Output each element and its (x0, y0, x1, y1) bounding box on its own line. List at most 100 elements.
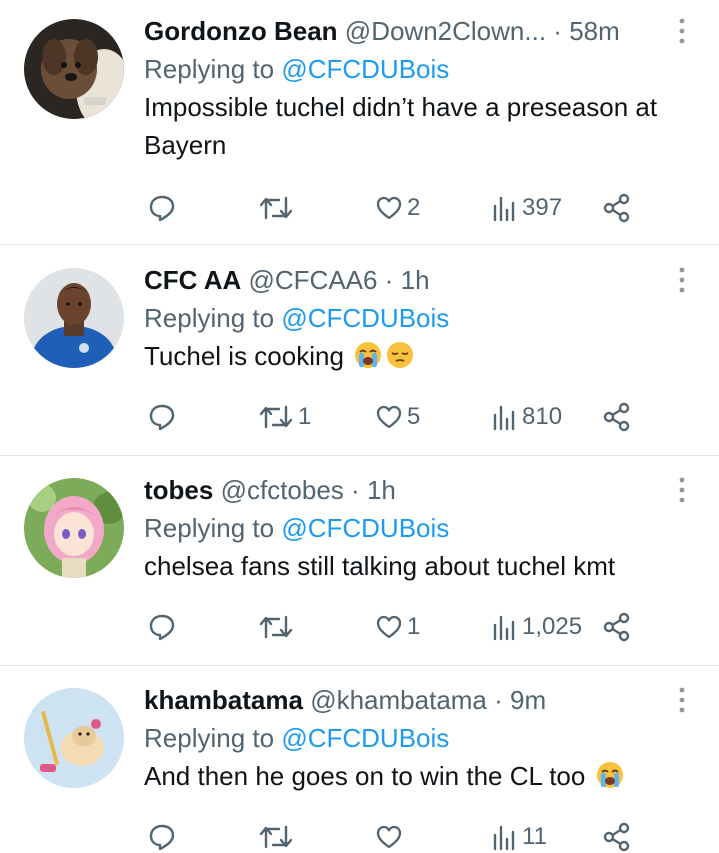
views-chart-icon (493, 615, 515, 641)
user-handle[interactable]: @khambatama (310, 685, 487, 715)
dog-avatar-image (24, 19, 124, 119)
display-name[interactable]: CFC AA (144, 265, 241, 295)
view-count: 810 (522, 403, 563, 430)
tweet-text: And then he goes on to win the CL too (144, 761, 586, 791)
tweet[interactable]: khambatama @khambatama · 9m Replying to … (0, 669, 719, 852)
views-button[interactable]: 810 (490, 401, 562, 433)
views-chart-icon (493, 405, 515, 431)
like-count: 1 (407, 613, 421, 640)
more-options-icon[interactable] (677, 267, 687, 293)
replying-to-label: Replying to (144, 303, 275, 333)
display-name[interactable]: tobes (144, 475, 213, 505)
timestamp[interactable]: 9m (510, 685, 546, 715)
user-handle[interactable]: @cfctobes (221, 475, 344, 505)
replying-to-label: Replying to (144, 723, 275, 753)
views-button[interactable]: 1,025 (490, 611, 582, 643)
reply-icon (149, 195, 175, 222)
reply-button[interactable] (148, 192, 180, 224)
timestamp[interactable]: 1h (401, 265, 430, 295)
reply-button[interactable] (148, 611, 180, 643)
pensive-face-emoji (385, 340, 415, 380)
tweet[interactable]: CFC AA @CFCAA6 · 1h Replying to @CFCDUBo… (0, 249, 719, 459)
tweet-header: Gordonzo Bean @Down2Clown... · 58m (144, 12, 699, 50)
retweet-icon (259, 825, 293, 849)
reply-button[interactable] (148, 821, 180, 853)
timestamp[interactable]: 1h (367, 475, 396, 505)
views-chart-icon (493, 196, 515, 222)
action-bar: 11 (144, 821, 644, 853)
like-button[interactable]: 1 (375, 611, 420, 643)
share-button[interactable] (602, 192, 632, 224)
action-bar: 2 397 (144, 192, 644, 224)
retweet-button[interactable] (258, 192, 298, 224)
share-button[interactable] (602, 821, 632, 853)
retweet-count: 1 (298, 403, 312, 430)
replying-to-line: Replying to @CFCDUBois (144, 50, 699, 88)
views-button[interactable]: 397 (490, 192, 562, 224)
tweet-text-line: Tuchel is cooking (144, 337, 684, 380)
avatar[interactable] (24, 688, 124, 788)
separator-dot: · (384, 265, 394, 295)
display-name[interactable]: Gordonzo Bean (144, 16, 338, 46)
user-handle[interactable]: @Down2Clown... (345, 16, 546, 46)
like-count: 5 (407, 403, 421, 430)
share-icon (603, 822, 630, 852)
share-button[interactable] (602, 611, 632, 643)
tweet-header: tobes @cfctobes · 1h (144, 471, 699, 509)
mention-link[interactable]: @CFCDUBois (281, 723, 449, 753)
retweet-button[interactable] (258, 611, 298, 643)
avatar[interactable] (24, 19, 124, 119)
mention-link[interactable]: @CFCDUBois (281, 54, 449, 84)
player-avatar-image (24, 268, 124, 368)
anime-avatar-image (24, 478, 124, 578)
action-bar: 1 1,025 (144, 611, 644, 643)
views-button[interactable]: 11 (490, 821, 547, 853)
like-button[interactable] (375, 821, 407, 853)
share-icon (603, 402, 630, 432)
mention-link[interactable]: @CFCDUBois (281, 303, 449, 333)
replying-to-line: Replying to @CFCDUBois (144, 509, 699, 547)
tweet-divider (0, 244, 719, 245)
retweet-icon (259, 405, 293, 429)
tweet-text: chelsea fans still talking about tuchel … (144, 551, 616, 581)
mention-link[interactable]: @CFCDUBois (281, 513, 449, 543)
retweet-button[interactable]: 1 (258, 401, 311, 433)
more-options-icon[interactable] (677, 477, 687, 503)
like-button[interactable]: 2 (375, 192, 420, 224)
like-button[interactable]: 5 (375, 401, 420, 433)
share-icon (603, 193, 630, 223)
tweet-text: Tuchel is cooking (144, 341, 344, 371)
more-options-icon[interactable] (677, 687, 687, 713)
view-count: 397 (522, 194, 563, 221)
reply-button[interactable] (148, 401, 180, 433)
heart-icon (376, 196, 402, 220)
tweet[interactable]: Gordonzo Bean @Down2Clown... · 58m Reply… (0, 0, 719, 245)
views-chart-icon (493, 825, 515, 851)
timestamp[interactable]: 58m (569, 16, 620, 46)
reply-icon (149, 614, 175, 641)
replying-to-line: Replying to @CFCDUBois (144, 299, 699, 337)
separator-dot: · (351, 475, 360, 505)
user-handle[interactable]: @CFCAA6 (248, 265, 377, 295)
tweet-text-line: And then he goes on to win the CL too (144, 757, 704, 800)
action-bar: 1 5 810 (144, 401, 644, 433)
heart-icon (376, 615, 402, 639)
tweet-text: Impossible tuchel didn’t have a preseaso… (144, 92, 658, 160)
tweet[interactable]: tobes @cfctobes · 1h Replying to @CFCDUB… (0, 459, 719, 669)
more-options-icon[interactable] (677, 18, 687, 44)
avatar[interactable] (24, 478, 124, 578)
display-name[interactable]: khambatama (144, 685, 303, 715)
heart-icon (376, 825, 402, 849)
loudly-crying-face-emoji (353, 340, 383, 380)
reply-icon (149, 824, 175, 851)
share-button[interactable] (602, 401, 632, 433)
avatar[interactable] (24, 268, 124, 368)
toy-avatar-image (24, 688, 124, 788)
reply-icon (149, 404, 175, 431)
retweet-icon (259, 615, 293, 639)
separator-dot: · (553, 16, 562, 46)
replying-to-label: Replying to (144, 513, 275, 543)
tweet-header: CFC AA @CFCAA6 · 1h (144, 261, 699, 299)
retweet-button[interactable] (258, 821, 298, 853)
like-count: 2 (407, 194, 421, 221)
